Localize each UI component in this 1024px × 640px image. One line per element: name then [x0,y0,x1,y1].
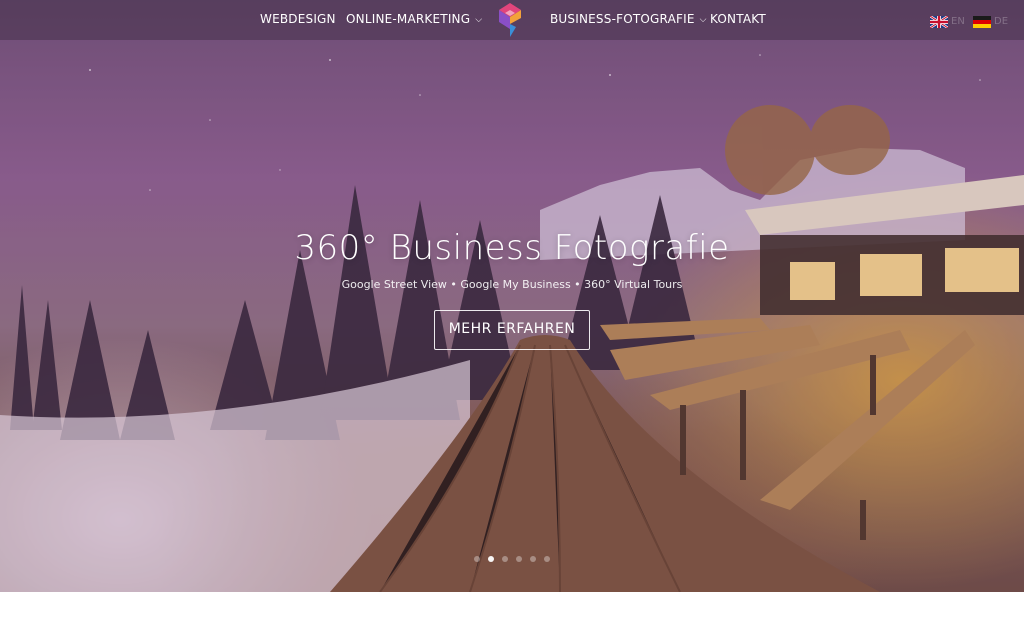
german-flag-icon[interactable] [973,16,991,28]
nav-item-business-fotografie[interactable]: BUSINESS-FOTOGRAFIE ⌵ [550,12,707,28]
hero-background-image [0,0,1024,592]
top-navigation: WEBDESIGN ONLINE-MARKETING ⌵ BUSINESS-FOT… [0,0,1024,40]
logo-icon[interactable] [497,2,523,38]
nav-item-label: BUSINESS-FOTOGRAFIE [550,12,695,26]
language-code-en[interactable]: EN [951,16,965,27]
slider-dot-6[interactable] [544,556,550,562]
nav-item-label: WEBDESIGN [260,12,336,26]
nav-item-kontakt[interactable]: KONTAKT [710,12,766,28]
hero-subtitle: Google Street View • Google My Business … [341,278,683,291]
language-code-de[interactable]: DE [994,16,1008,27]
hero-slider: 360° Business Fotografie Google Street V… [0,0,1024,592]
slider-pagination [474,556,554,564]
uk-flag-icon[interactable] [930,16,948,28]
slider-dot-1[interactable] [474,556,480,562]
slider-dot-5[interactable] [530,556,536,562]
nav-item-online-marketing[interactable]: ONLINE-MARKETING ⌵ [346,12,482,28]
nav-item-label: ONLINE-MARKETING [346,12,471,26]
chevron-down-icon: ⌵ [699,15,707,25]
slider-dot-4[interactable] [516,556,522,562]
nav-item-label: KONTAKT [710,12,766,26]
slider-dot-3[interactable] [502,556,508,562]
page-content-area [0,592,1024,640]
mehr-erfahren-button[interactable]: MEHR ERFAHREN [434,310,590,350]
nav-item-webdesign[interactable]: WEBDESIGN [260,12,336,28]
chevron-down-icon: ⌵ [475,15,483,25]
hero-title: 360° Business Fotografie [294,228,730,268]
slider-dot-2[interactable] [488,556,494,562]
